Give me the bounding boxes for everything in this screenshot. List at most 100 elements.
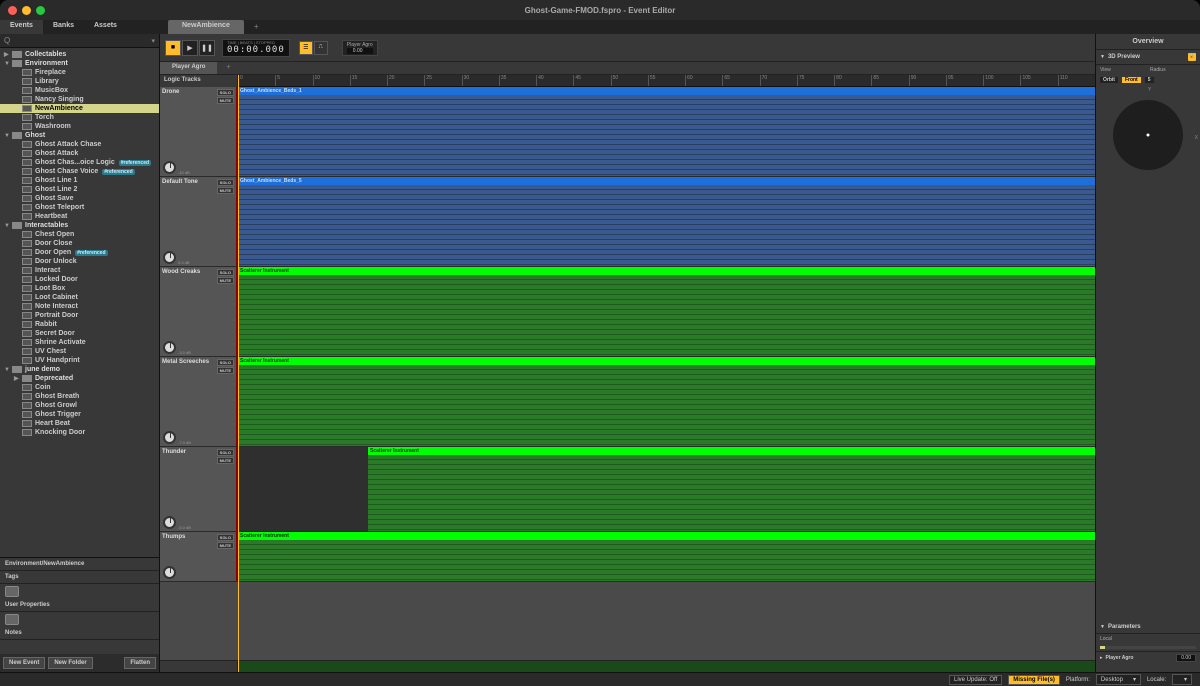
- tree-event[interactable]: Rabbit: [0, 320, 159, 329]
- tree-folder[interactable]: ▼june demo: [0, 365, 159, 374]
- tree-event[interactable]: Loot Box: [0, 284, 159, 293]
- tree-event[interactable]: Portrait Door: [0, 311, 159, 320]
- new-folder-button[interactable]: New Folder: [48, 657, 92, 669]
- mute-button[interactable]: MUTE: [217, 187, 234, 194]
- param-disclosure[interactable]: ▸: [1100, 655, 1103, 661]
- tree-event[interactable]: Chest Open: [0, 230, 159, 239]
- tree-folder[interactable]: ▼Ghost: [0, 131, 159, 140]
- tree-event[interactable]: Ghost Chase Voice#referenced: [0, 167, 159, 176]
- search-dropdown-icon[interactable]: ▾: [151, 37, 155, 45]
- locale-dropdown[interactable]: ▾: [1172, 674, 1192, 685]
- audio-clip[interactable]: Scatterer Instrument: [238, 357, 1095, 446]
- tree-event[interactable]: Ghost Growl: [0, 401, 159, 410]
- tree-event[interactable]: Ghost Save: [0, 194, 159, 203]
- tree-event[interactable]: Ghost Attack Chase: [0, 140, 159, 149]
- tree-event[interactable]: Torch: [0, 113, 159, 122]
- tree-event[interactable]: Interact: [0, 266, 159, 275]
- tree-event[interactable]: Nancy Singing: [0, 95, 159, 104]
- tree-event[interactable]: MusicBox: [0, 86, 159, 95]
- tree-event[interactable]: Ghost Teleport: [0, 203, 159, 212]
- solo-button[interactable]: SOLO: [217, 89, 234, 96]
- playhead[interactable]: [238, 75, 239, 672]
- track-lane[interactable]: Ghost_Ambience_Beds_1: [238, 87, 1095, 176]
- search-input[interactable]: [12, 37, 151, 44]
- maximize-icon[interactable]: [36, 6, 45, 15]
- tree-event[interactable]: Loot Cabinet: [0, 293, 159, 302]
- close-icon[interactable]: [8, 6, 17, 15]
- tree-folder[interactable]: ▼Environment: [0, 59, 159, 68]
- tree-event[interactable]: Ghost Trigger: [0, 410, 159, 419]
- gain-knob[interactable]: [163, 566, 176, 579]
- tree-event[interactable]: Door Unlock: [0, 257, 159, 266]
- gain-knob[interactable]: [163, 251, 176, 264]
- tree-event[interactable]: Fireplace: [0, 68, 159, 77]
- track-header[interactable]: ThumpsSOLOMUTE: [160, 532, 238, 581]
- param-tab-add[interactable]: +: [218, 62, 238, 74]
- tree-event[interactable]: Knocking Door: [0, 428, 159, 437]
- tree-event[interactable]: Ghost Attack: [0, 149, 159, 158]
- track-header[interactable]: Metal ScreechesSOLOMUTE-7.0 dB: [160, 357, 238, 446]
- tree-folder[interactable]: ▶Deprecated: [0, 374, 159, 383]
- tree-event[interactable]: UV Handprint: [0, 356, 159, 365]
- gain-knob[interactable]: [163, 431, 176, 444]
- track-header[interactable]: DroneSOLOMUTE-10 dB: [160, 87, 238, 176]
- mute-button[interactable]: MUTE: [217, 542, 234, 549]
- tree-event[interactable]: Heart Beat: [0, 419, 159, 428]
- tree-event[interactable]: Note Interact: [0, 302, 159, 311]
- tree-event[interactable]: Library: [0, 77, 159, 86]
- tree-folder[interactable]: ▶Collectables: [0, 50, 159, 59]
- lock-icon[interactable]: 🔒: [1188, 53, 1196, 61]
- tree-event[interactable]: Ghost Breath: [0, 392, 159, 401]
- local-slider[interactable]: [1100, 646, 1196, 649]
- audio-clip[interactable]: Scatterer Instrument: [238, 267, 1095, 356]
- audio-clip[interactable]: Ghost_Ambience_Beds_1: [238, 87, 1095, 176]
- solo-button[interactable]: SOLO: [217, 449, 234, 456]
- mute-button[interactable]: MUTE: [217, 97, 234, 104]
- track-lane[interactable]: Scatterer Instrument: [238, 267, 1095, 356]
- param-value[interactable]: 0.00: [1176, 654, 1196, 662]
- tab-assets[interactable]: Assets: [84, 20, 127, 34]
- tree-event[interactable]: Heartbeat: [0, 212, 159, 221]
- toolbar-param-chip[interactable]: Player Agro 0.00: [342, 40, 378, 56]
- tags-chip[interactable]: [5, 586, 19, 597]
- solo-button[interactable]: SOLO: [217, 534, 234, 541]
- track-lane[interactable]: Ghost_Ambience_Beds_5: [238, 177, 1095, 266]
- minimize-icon[interactable]: [22, 6, 31, 15]
- solo-button[interactable]: SOLO: [217, 269, 234, 276]
- tree-folder[interactable]: ▼Interactables: [0, 221, 159, 230]
- tracks-container[interactable]: DroneSOLOMUTE-10 dBGhost_Ambience_Beds_1…: [160, 87, 1095, 660]
- params-section[interactable]: ▼ Parameters: [1096, 621, 1200, 634]
- track-lane[interactable]: Scatterer Instrument: [238, 447, 1095, 531]
- track-header[interactable]: Default ToneSOLOMUTE0.0 dB: [160, 177, 238, 266]
- track-header[interactable]: Wood CreaksSOLOMUTE-3.0 dB: [160, 267, 238, 356]
- play-button[interactable]: ▶: [182, 40, 198, 56]
- platform-dropdown[interactable]: Desktop ▾: [1096, 674, 1141, 685]
- tree-event[interactable]: Washroom: [0, 122, 159, 131]
- view-front[interactable]: Front: [1122, 77, 1141, 83]
- radius-input[interactable]: 5: [1145, 77, 1154, 83]
- param-tab[interactable]: Player Agro: [160, 62, 217, 74]
- tree-event[interactable]: Ghost Line 2: [0, 185, 159, 194]
- tree-event[interactable]: Shrine Activate: [0, 338, 159, 347]
- tree-event[interactable]: Ghost Chas...oice Logic#referenced: [0, 158, 159, 167]
- audio-clip[interactable]: Scatterer Instrument: [238, 532, 1095, 581]
- view-list-button[interactable]: ☰: [299, 41, 313, 55]
- audio-clip[interactable]: Ghost_Ambience_Beds_5: [238, 177, 1095, 266]
- missing-files-status[interactable]: Missing File(s): [1008, 675, 1060, 685]
- gain-knob[interactable]: [163, 516, 176, 529]
- mute-button[interactable]: MUTE: [217, 457, 234, 464]
- timecode-display[interactable]: TIME | BEATS | STOPPED 00:00.000: [222, 39, 290, 57]
- tree-event[interactable]: Secret Door: [0, 329, 159, 338]
- time-ruler[interactable]: 0510152025303540455055606570758085909510…: [238, 75, 1095, 87]
- live-update-status[interactable]: Live Update: Off: [949, 675, 1002, 685]
- track-lane[interactable]: Scatterer Instrument: [238, 357, 1095, 446]
- pause-button[interactable]: ❚❚: [199, 40, 215, 56]
- preview-section[interactable]: ▼ 3D Preview 🔒: [1096, 50, 1200, 65]
- mute-button[interactable]: MUTE: [217, 277, 234, 284]
- tab-events[interactable]: Events: [0, 20, 43, 34]
- tree-event[interactable]: Door Close: [0, 239, 159, 248]
- tree-event[interactable]: Locked Door: [0, 275, 159, 284]
- document-tab[interactable]: NewAmbience: [168, 20, 244, 34]
- tree-event[interactable]: NewAmbience: [0, 104, 159, 113]
- view-dropdown[interactable]: Orbit: [1100, 77, 1118, 83]
